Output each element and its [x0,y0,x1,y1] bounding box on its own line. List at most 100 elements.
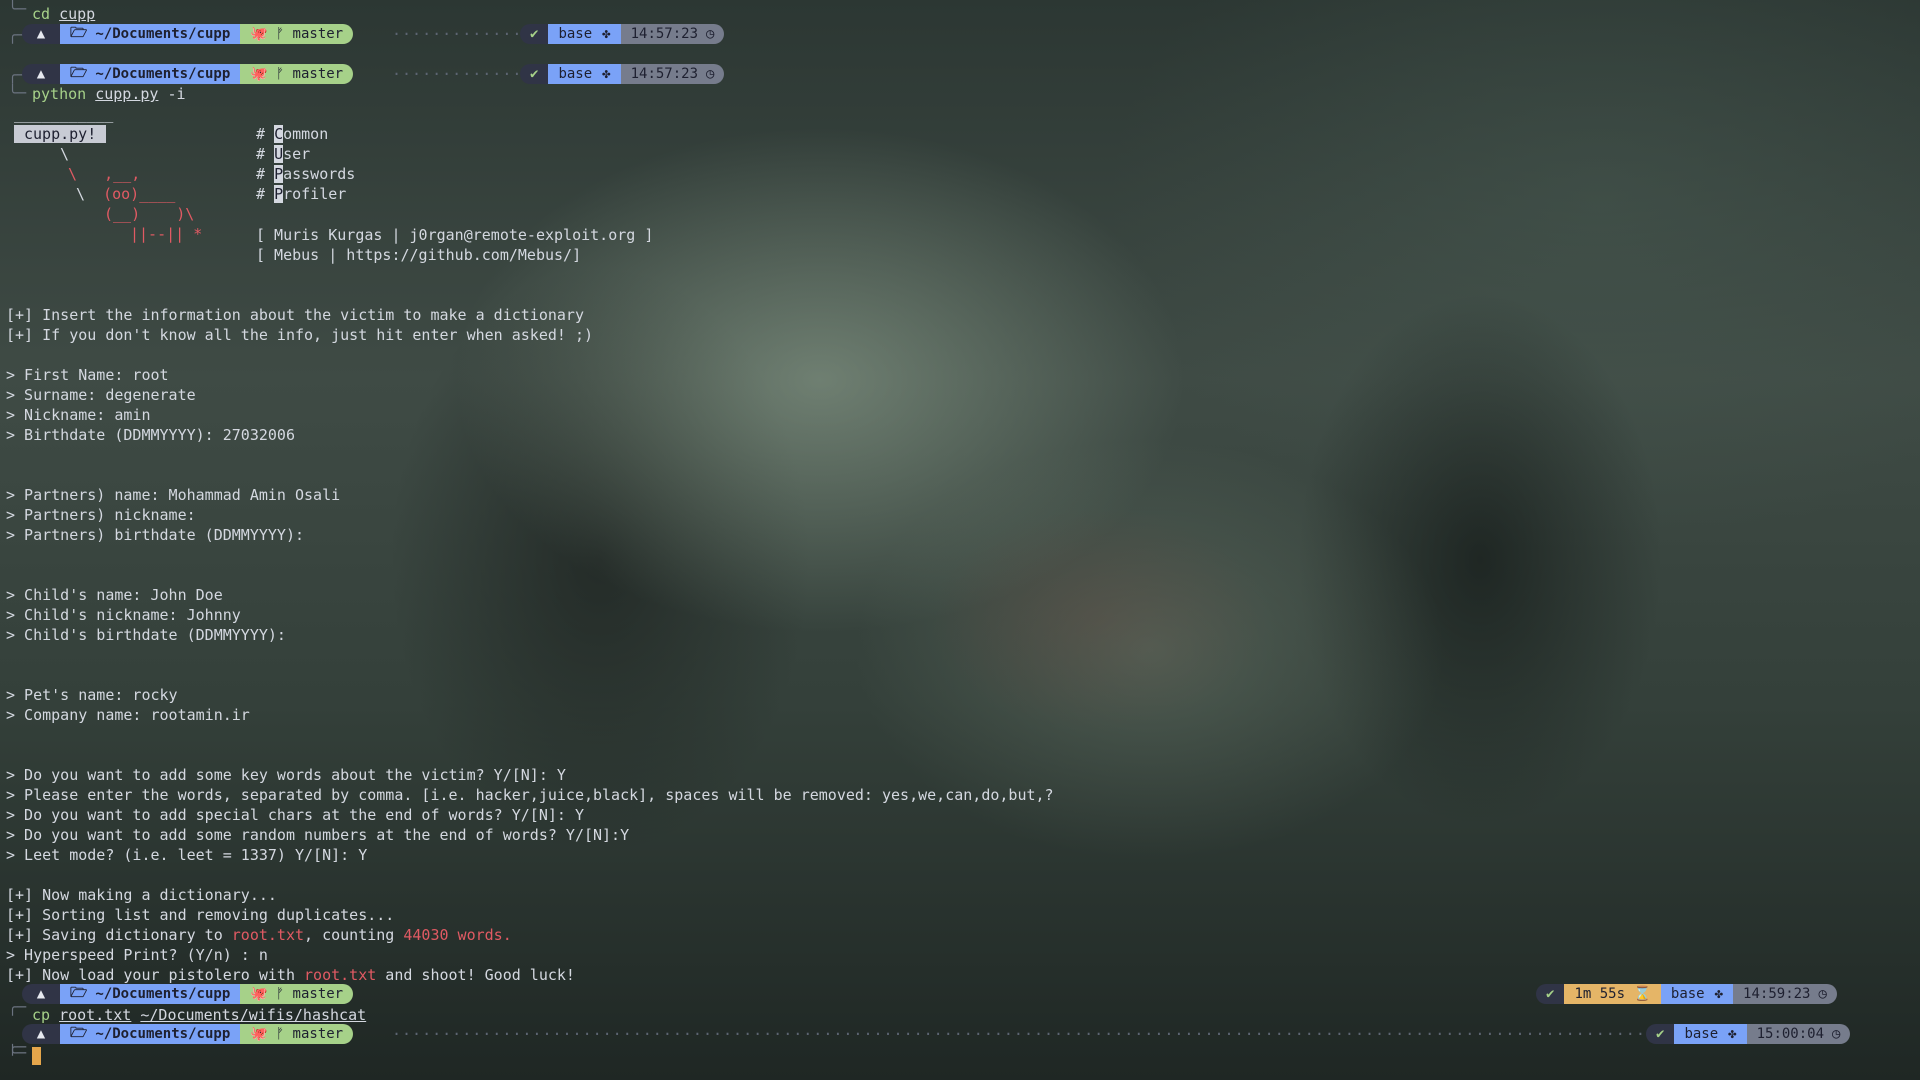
hash-mark: # [256,125,266,143]
git-segment: 🐙 ᚠ master [240,984,354,1004]
prompt-filler: ········································… [392,1025,1642,1043]
hash-mark: # [256,185,266,203]
output-line: > Do you want to add some random numbers… [6,826,630,844]
env-segment: base ✤ [1674,1024,1747,1044]
command-name: python [32,85,87,103]
folder-icon: 🗁 [70,1025,88,1041]
banner-box-line: cupp.py! [14,124,107,144]
git-icon: 🐙 [250,66,268,82]
dir-current: cupp [196,986,231,1002]
time-segment: 14:57:23 ◷ [620,64,725,84]
command-line-cd: cd cupp [32,4,95,24]
word-count: 44030 words. [403,926,512,944]
python-env-icon: ✤ [1714,986,1724,1002]
duration-segment: 1m 55s ⌛ [1564,984,1661,1004]
arch-icon: ▲ [22,64,60,84]
command-name: cd [32,5,51,23]
prompt-filler: ·························· [392,65,518,83]
banner-word: rofiler [283,185,347,203]
env-segment: base ✤ [548,64,621,84]
banner-cow-slash: \ [76,185,104,203]
prompt-left: ▲ 🗁 ~/Documents/cupp 🐙 ᚠ master [22,1024,354,1044]
command-flag: -i [167,85,186,103]
branch-name: master [292,26,344,42]
prompt-right: ✔ base ✤ 15:00:04 ◷ [1646,1024,1851,1044]
dir-segment: 🗁 ~/Documents/cupp [60,24,241,44]
arch-icon: ▲ [22,984,60,1004]
banner-cow-legs: ||--|| * [130,225,203,243]
output-line: > Do you want to add special chars at th… [6,806,584,824]
arch-icon: ▲ [22,24,60,44]
success-check-icon: ✔ [1646,1024,1675,1044]
env-name: base [1670,986,1705,1002]
branch-name: master [292,986,344,1002]
command-duration: 1m 55s [1574,986,1626,1002]
hourglass-icon: ⌛ [1633,986,1651,1002]
branch-name: master [292,1026,344,1042]
branch-icon: ᚠ [275,66,285,82]
banner-author-1: [ Muris Kurgas | j0rgan@remote-exploit.o… [256,226,654,244]
prompt-right: ✔ base ✤ 14:57:23 ◷ [520,64,725,84]
output-filename: root.txt [231,926,305,944]
output-line: [+] Sorting list and removing duplicates… [6,906,395,924]
banner-top: ___________ [14,105,114,123]
folder-icon: 🗁 [70,65,88,81]
success-check-icon: ✔ [520,24,549,44]
banner-initial: C [274,125,284,143]
banner-word-common: # Common [256,124,328,144]
success-check-icon: ✔ [1536,984,1565,1004]
banner-initial: P [274,165,284,183]
dir-path: ~/Documents/ [95,1026,197,1042]
env-name: base [1684,1026,1719,1042]
dir-segment: 🗁 ~/Documents/cupp [60,64,241,84]
output-line: > Please enter the words, separated by c… [6,786,1054,804]
banner-cow-line: \ [60,145,70,163]
env-segment: base ✤ [1660,984,1734,1004]
banner-cow-line: ||--|| * [130,224,202,244]
banner-word: ommon [283,125,329,143]
git-icon: 🐙 [250,986,268,1002]
dir-current: cupp [196,26,231,42]
arch-icon: ▲ [22,1024,60,1044]
output-line: [+] If you don't know all the info, just… [6,326,593,344]
time-segment: 14:57:23 ◷ [620,24,725,44]
git-segment: 🐙 ᚠ master [240,24,354,44]
command-argument: ~/Documents/wifis/hashcat [140,1006,367,1024]
output-line: > Child's birthdate (DDMMYYYY): [6,626,286,644]
branch-icon: ᚠ [275,986,285,1002]
prompt-connector: ╰─ [8,0,27,18]
hash-mark: # [256,165,266,183]
command-argument: cupp [59,5,96,23]
prompt-time: 14:57:23 [630,66,699,82]
banner-cow-face: (oo)____ [103,185,176,203]
branch-name: master [292,66,344,82]
prompt-filler: ·························· [392,25,518,43]
banner-word: ser [283,145,311,163]
prompt-connector: ╰─ [8,1044,27,1062]
clock-icon: ◷ [706,26,715,42]
output-line-load: [+] Now load your pistolero with root.tx… [6,965,575,985]
output-line: > Birthdate (DDMMYYYY): 27032006 [6,426,295,444]
banner-box: cupp.py! [14,125,107,143]
command-argument: cupp.py [95,85,159,103]
dir-path: ~/Documents/ [95,26,197,42]
output-line: [+] Now making a dictionary... [6,886,277,904]
command-line-python: python cupp.py -i [32,84,186,104]
output-line: > Company name: rootamin.ir [6,706,250,724]
command-name: cp [32,1006,51,1024]
output-line: > Surname: degenerate [6,386,196,404]
python-env-icon: ✤ [602,26,611,42]
banner-initial: U [274,145,284,163]
prompt-left: ▲ 🗁 ~/Documents/cupp 🐙 ᚠ master [22,984,354,1004]
env-segment: base ✤ [548,24,621,44]
load-prefix: [+] Now load your pistolero with [6,966,305,984]
terminal-cursor[interactable] [32,1047,41,1065]
output-line-saving: [+] Saving dictionary to root.txt, count… [6,925,512,945]
branch-icon: ᚠ [275,1026,285,1042]
output-line: > Partners) name: Mohammad Amin Osali [6,486,341,504]
banner-word: asswords [283,165,356,183]
banner-initial: P [274,185,284,203]
load-suffix: and shoot! Good luck! [376,966,575,984]
time-segment: 14:59:23 ◷ [1733,984,1837,1004]
prompt-time: 14:57:23 [630,26,699,42]
